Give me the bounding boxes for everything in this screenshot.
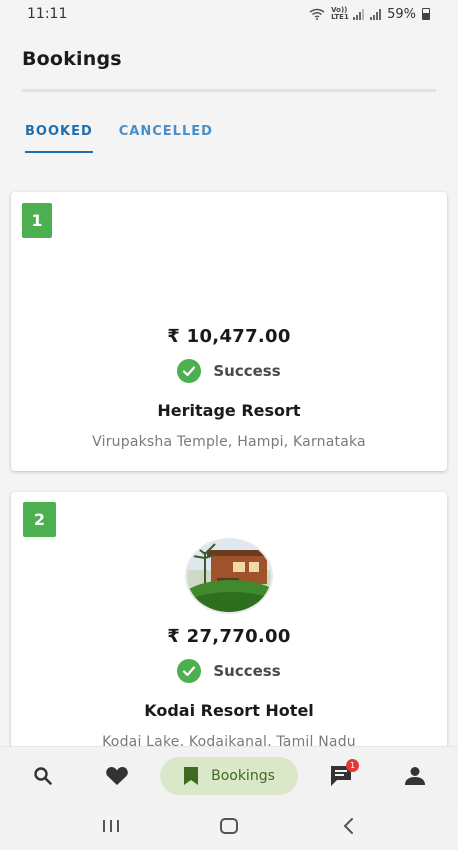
- heart-icon: [106, 767, 128, 785]
- system-navigation-bar: [0, 804, 458, 850]
- nav-search[interactable]: [26, 747, 60, 805]
- chat-icon-wrap: 1: [329, 759, 359, 787]
- booking-details: ₹ 27,770.00 Success Kodai Resort Hotel K…: [11, 538, 447, 750]
- status-text: Success: [213, 362, 281, 380]
- nav-favorites[interactable]: [100, 747, 134, 805]
- page-header: Bookings: [22, 48, 436, 92]
- booking-price: ₹ 27,770.00: [167, 626, 291, 647]
- bottom-navigation: Bookings 1: [0, 746, 458, 804]
- booking-number-badge: 2: [23, 502, 56, 537]
- home-icon: [220, 818, 238, 834]
- battery-icon: [422, 8, 430, 20]
- status-time: 11:11: [27, 6, 68, 22]
- recent-apps-button[interactable]: [100, 818, 122, 838]
- nav-bookings[interactable]: Bookings: [160, 757, 298, 795]
- lte-label: Vo)) LTE1: [331, 6, 349, 21]
- hotel-name: Heritage Resort: [157, 401, 301, 420]
- person-icon: [405, 767, 425, 785]
- tab-booked[interactable]: BOOKED: [25, 124, 93, 153]
- booking-status: Success: [11, 359, 447, 383]
- hotel-thumbnail: [185, 538, 273, 614]
- booking-price: ₹ 10,477.00: [167, 326, 291, 347]
- booking-details: ₹ 10,477.00 Success Heritage Resort Viru…: [11, 326, 447, 450]
- check-circle-icon: [177, 359, 202, 383]
- booking-tabs: BOOKED CANCELLED: [25, 124, 213, 153]
- booking-card[interactable]: 1 ₹ 10,477.00 Success Heritage Resort Vi…: [11, 192, 447, 471]
- hotel-location: Virupaksha Temple, Hampi, Karnataka: [92, 434, 366, 450]
- status-text: Success: [213, 662, 281, 680]
- booking-number-badge: 1: [22, 203, 52, 238]
- back-icon: [343, 818, 353, 834]
- booking-status: Success: [11, 659, 447, 683]
- tab-cancelled[interactable]: CANCELLED: [119, 124, 213, 153]
- hotel-name: Kodai Resort Hotel: [144, 701, 314, 720]
- bookmark-icon: [184, 767, 199, 785]
- check-circle-icon: [177, 659, 202, 683]
- recent-apps-icon: [103, 820, 119, 832]
- nav-profile[interactable]: [398, 747, 432, 805]
- page-title: Bookings: [22, 48, 122, 70]
- nav-bookings-label: Bookings: [211, 768, 275, 784]
- wifi-icon: [309, 8, 325, 20]
- status-icons: Vo)) LTE1 59%: [309, 7, 430, 22]
- status-bar: 11:11 Vo)) LTE1 59%: [0, 0, 458, 28]
- search-icon: [34, 767, 52, 785]
- signal-icon: [353, 8, 365, 20]
- signal-icon-2: [370, 8, 382, 20]
- battery-percent: 59%: [387, 6, 416, 22]
- message-count-badge: 1: [346, 759, 359, 772]
- back-button[interactable]: [341, 817, 355, 839]
- home-button[interactable]: [219, 817, 239, 839]
- nav-messages[interactable]: 1: [324, 747, 359, 805]
